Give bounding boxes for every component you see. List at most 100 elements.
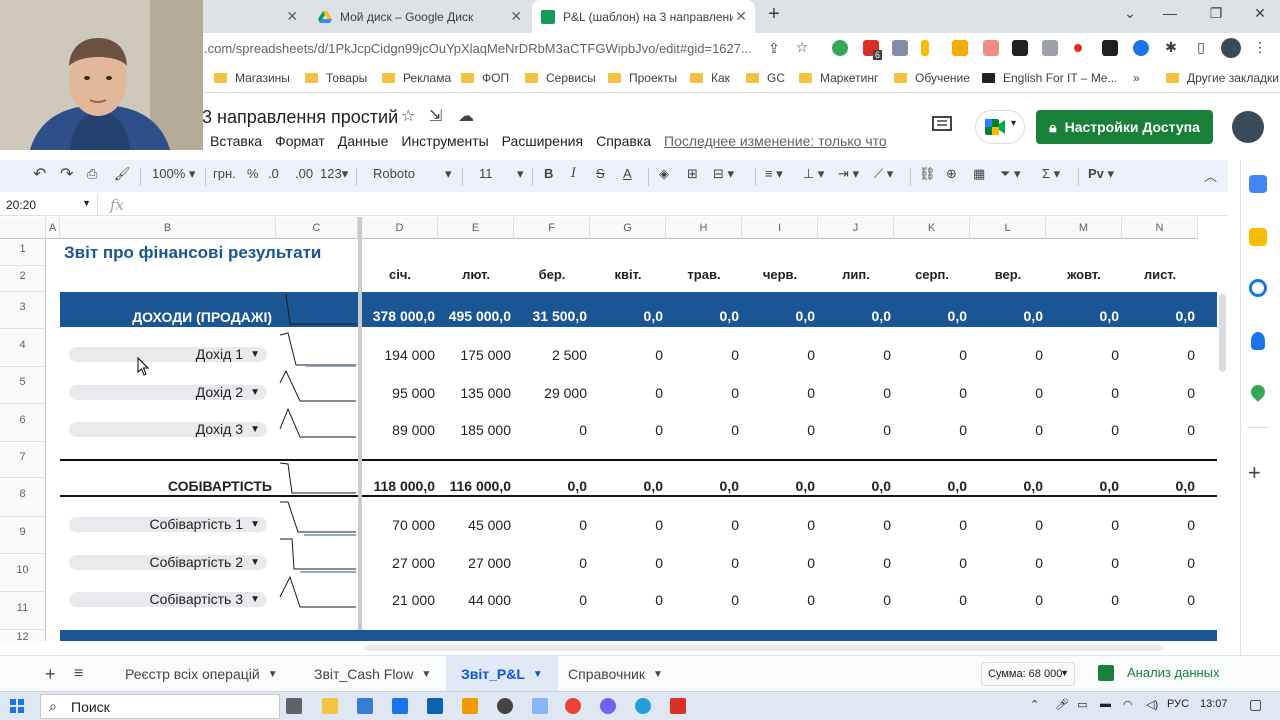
column-header-g[interactable]: G <box>590 217 666 239</box>
row-header[interactable]: 5 <box>0 367 46 404</box>
income-value-cell[interactable]: 0 <box>966 385 1043 401</box>
volume-icon[interactable]: ◁) <box>1146 698 1158 711</box>
income-value-cell[interactable]: 0 <box>738 347 815 363</box>
more-bookmarks-icon[interactable]: » <box>1133 71 1140 85</box>
file-explorer-icon[interactable] <box>322 698 338 714</box>
income-value-cell[interactable]: 135 000 <box>434 385 511 401</box>
cost-value-cell[interactable]: 0 <box>738 555 815 571</box>
extension-icon[interactable] <box>832 40 848 56</box>
extension-icon[interactable] <box>1074 44 1082 52</box>
income-total-cell[interactable]: 0,0 <box>586 308 663 324</box>
cost-value-cell[interactable]: 0 <box>890 555 967 571</box>
month-header[interactable]: трав. <box>666 267 742 282</box>
zoom-select[interactable]: 100% ▾ <box>152 166 195 182</box>
all-sheets-icon[interactable]: ≡ <box>74 656 83 692</box>
cost-total-cell[interactable]: 0,0 <box>966 478 1043 494</box>
income-value-cell[interactable]: 0 <box>662 422 739 438</box>
extension-icon[interactable] <box>983 40 999 56</box>
spreadsheet-grid[interactable]: ABCDEFGHIJKLMN 1 2 3 4 5 6 7 8 9 10 11 12 Звіт про … <box>0 217 1228 641</box>
month-header[interactable]: жовт. <box>1046 267 1122 282</box>
cost-total-cell[interactable]: 0,0 <box>890 478 967 494</box>
cost-value-cell[interactable]: 0 <box>890 517 967 533</box>
cost-value-cell[interactable]: 21 000 <box>358 592 435 608</box>
bookmark-folder[interactable]: Как <box>690 71 730 85</box>
cost-value-cell[interactable]: 0 <box>662 592 739 608</box>
column-header-n[interactable]: N <box>1122 217 1198 239</box>
month-header[interactable]: черв. <box>742 267 818 282</box>
profile-avatar[interactable] <box>1221 38 1241 58</box>
vertical-scrollbar[interactable] <box>1217 290 1228 640</box>
bookmark-folder[interactable]: Маркетинг <box>799 71 878 85</box>
income-value-cell[interactable]: 0 <box>890 385 967 401</box>
income-value-cell[interactable]: 0 <box>662 385 739 401</box>
column-header-h[interactable]: H <box>666 217 742 239</box>
windows-start-icon[interactable] <box>10 699 24 713</box>
scroll-thumb[interactable] <box>1219 294 1226 372</box>
horizontal-align-icon[interactable]: ≡ ▾ <box>765 166 783 182</box>
income-total-cell[interactable]: 0,0 <box>1042 308 1119 324</box>
extension-icon[interactable] <box>921 40 929 56</box>
cost-value-cell[interactable]: 0 <box>814 517 891 533</box>
income-value-cell[interactable]: 0 <box>662 347 739 363</box>
cost-value-cell[interactable]: 0 <box>966 555 1043 571</box>
income-value-cell[interactable]: 0 <box>890 347 967 363</box>
name-box[interactable]: 20:20 ▼ <box>0 194 98 216</box>
income-value-cell[interactable]: 0 <box>814 422 891 438</box>
cost-value-cell[interactable]: 0 <box>662 517 739 533</box>
cost-total-cell[interactable]: 0,0 <box>510 478 587 494</box>
income-value-cell[interactable]: 0 <box>1042 347 1119 363</box>
collapse-menu-icon[interactable]: ︿ <box>1204 166 1217 185</box>
url-field[interactable]: .com/spreadsheets/d/1PkJcpCidgn99jcOuYpX… <box>204 41 752 56</box>
column-header-a[interactable]: A <box>46 217 60 239</box>
account-avatar[interactable] <box>1232 111 1264 143</box>
redo-icon[interactable]: ↷ <box>60 164 73 184</box>
window-close-icon[interactable]: ✕ <box>1250 5 1270 22</box>
insert-link-icon[interactable]: ⛓︎ <box>919 166 936 182</box>
cost-value-cell[interactable]: 27 000 <box>434 555 511 571</box>
income-total-cell[interactable]: 0,0 <box>966 308 1043 324</box>
telegram-icon[interactable] <box>635 698 651 714</box>
font-select[interactable]: Roboto ▾ <box>373 166 452 181</box>
extension-badge-icon[interactable]: 6 <box>863 40 882 60</box>
menu-format[interactable]: Формат <box>275 133 325 151</box>
explore-icon[interactable] <box>1098 665 1114 681</box>
month-header[interactable]: вер. <box>970 267 1046 282</box>
cost-value-cell[interactable]: 0 <box>662 555 739 571</box>
sheet-tab[interactable]: Звіт_Cash Flow ▼ <box>299 656 446 692</box>
income-value-cell[interactable]: 0 <box>738 385 815 401</box>
income-value-cell[interactable]: 185 000 <box>434 422 511 438</box>
close-icon[interactable]: ✕ <box>735 8 747 25</box>
month-header[interactable]: лип. <box>818 267 894 282</box>
maps-icon[interactable] <box>1248 382 1268 402</box>
side-panel-icon[interactable]: ▯ <box>1191 39 1211 56</box>
bookmark-folder[interactable]: Реклама <box>382 71 451 85</box>
cost-value-cell[interactable]: 0 <box>738 592 815 608</box>
month-header[interactable]: серп. <box>894 267 970 282</box>
bookmark-folder[interactable]: Магазины <box>214 71 290 85</box>
cost-value-cell[interactable]: 0 <box>510 517 587 533</box>
browser-tab-sheet[interactable]: P&L (шаблон) на 3 направления ✕ <box>532 0 755 33</box>
cost-value-cell[interactable]: 0 <box>1118 592 1195 608</box>
clock[interactable]: 13:07 <box>1200 698 1228 710</box>
cost-total-cell[interactable]: 0,0 <box>814 478 891 494</box>
row-header[interactable]: 12 <box>0 630 46 641</box>
bookmark-folder[interactable]: Товары <box>305 71 367 85</box>
column-header-i[interactable]: I <box>742 217 818 239</box>
strikethrough-button[interactable]: S <box>596 166 605 181</box>
bookmark-folder[interactable]: ФОП <box>461 71 509 85</box>
income-row-dropdown[interactable]: Дохід 3 ▼ <box>69 422 267 437</box>
income-total-cell[interactable]: 495 000,0 <box>434 308 511 324</box>
text-rotate-icon[interactable]: ⟋ ▾ <box>874 166 893 182</box>
print-icon[interactable]: ⎙ <box>87 166 97 182</box>
cost-value-cell[interactable]: 0 <box>510 592 587 608</box>
cost-value-cell[interactable]: 0 <box>1042 517 1119 533</box>
meet-button[interactable]: ▾ <box>975 110 1025 144</box>
income-value-cell[interactable]: 0 <box>966 422 1043 438</box>
row-header[interactable]: 3 <box>0 292 46 329</box>
income-row-dropdown[interactable]: Дохід 1 ▼ <box>69 347 267 362</box>
column-header-f[interactable]: F <box>514 217 590 239</box>
extension-icon[interactable] <box>1133 40 1149 56</box>
extension-icon[interactable] <box>1102 40 1118 56</box>
task-view-icon[interactable] <box>286 698 302 714</box>
viber-icon[interactable] <box>600 698 616 714</box>
